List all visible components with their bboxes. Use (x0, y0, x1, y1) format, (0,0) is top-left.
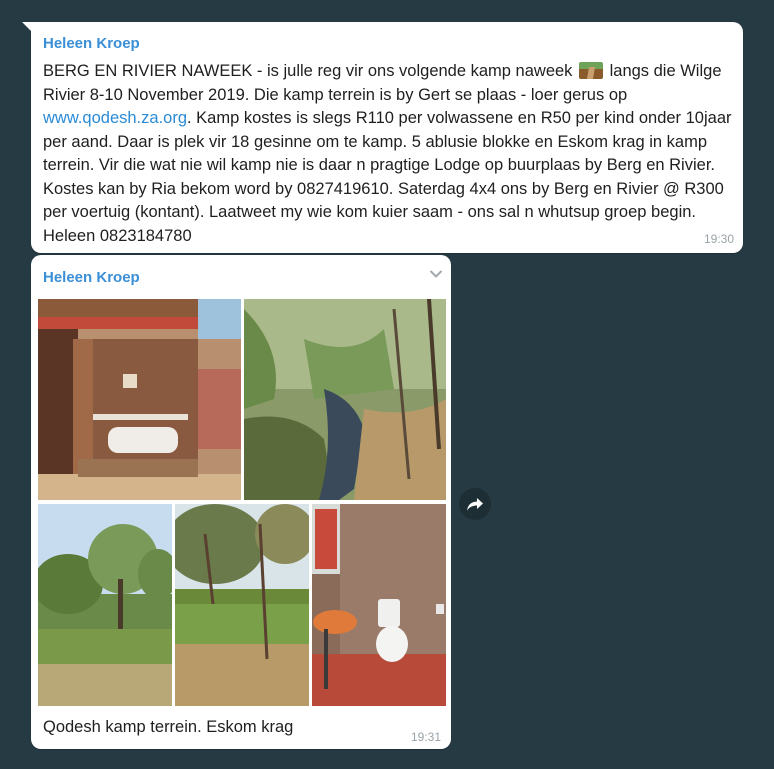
sender-name[interactable]: Heleen Kroep (43, 35, 140, 52)
campsite-trees-photo[interactable] (38, 504, 172, 706)
sender-name[interactable]: Heleen Kroep (43, 269, 140, 286)
photo-album-bubble[interactable]: Heleen Kroep Qodesh kamp terrein. Eskom … (31, 255, 451, 749)
message-bubble[interactable]: Heleen Kroep BERG EN RIVIER NAWEEK - is … (31, 22, 743, 253)
bathroom-photo[interactable] (312, 504, 446, 706)
campsite-lawn-photo[interactable] (175, 504, 309, 706)
message-text-part: . Kamp kostes is slegs R110 per volwasse… (43, 109, 732, 245)
message-text: BERG EN RIVIER NAWEEK - is julle reg vir… (43, 60, 737, 248)
share-button[interactable] (459, 488, 491, 520)
website-link[interactable]: www.qodesh.za.org (43, 109, 187, 127)
message-time: 19:30 (703, 232, 734, 246)
river-photo[interactable] (244, 299, 446, 500)
message-text-part: BERG EN RIVIER NAWEEK - is julle reg vir… (43, 62, 578, 80)
chevron-down-icon[interactable] (429, 267, 443, 281)
railway-track-emoji-icon (579, 62, 604, 79)
share-icon (467, 498, 483, 511)
ablution-block-photo[interactable] (38, 299, 241, 500)
album-caption: Qodesh kamp terrein. Eskom krag (43, 718, 294, 736)
message-time: 19:31 (410, 730, 441, 744)
